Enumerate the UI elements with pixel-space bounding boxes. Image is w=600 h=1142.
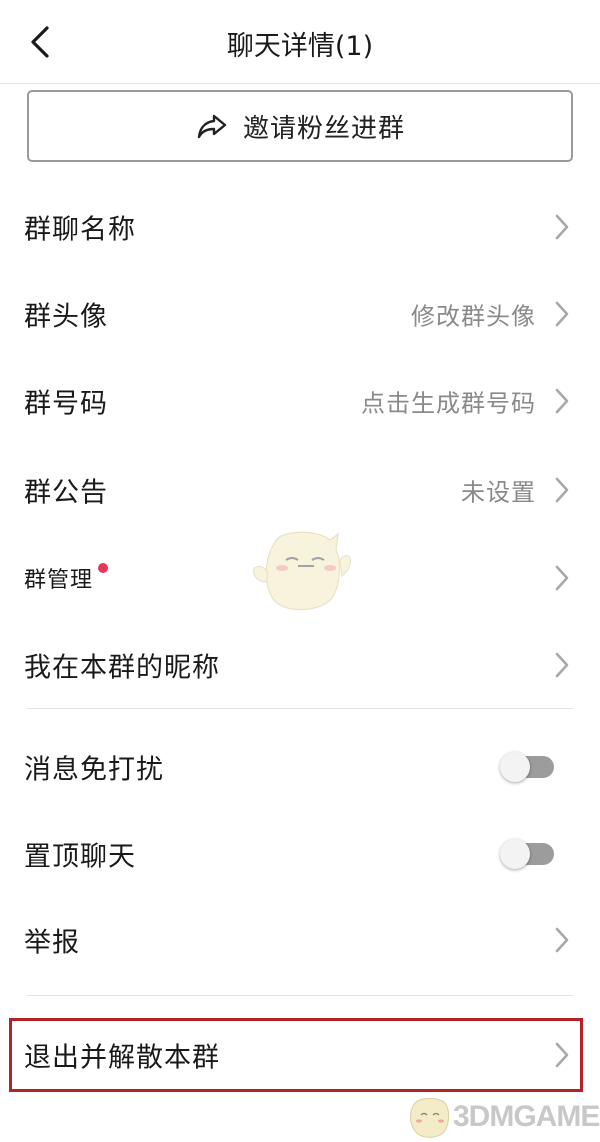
notification-dot (98, 563, 108, 573)
group-notice-label: 群公告 (24, 477, 108, 509)
site-watermark-text: 3DMGAME (453, 1100, 600, 1133)
share-icon (197, 114, 227, 139)
invite-fans-button[interactable]: 邀请粉丝进群 (27, 90, 573, 162)
group-avatar-row[interactable]: 群头像 修改群头像 (0, 271, 600, 357)
my-nickname-label: 我在本群的昵称 (24, 652, 220, 684)
quit-dissolve-row[interactable]: 退出并解散本群 (0, 1012, 600, 1098)
section-divider (27, 708, 573, 709)
pin-label: 置顶聊天 (24, 841, 136, 873)
group-number-label: 群号码 (24, 388, 108, 420)
chevron-right-icon (555, 388, 569, 414)
group-avatar-label: 群头像 (24, 301, 108, 333)
report-row[interactable]: 举报 (0, 897, 600, 983)
chevron-right-icon (555, 927, 569, 953)
group-notice-row[interactable]: 群公告 未设置 (0, 447, 600, 533)
my-nickname-row[interactable]: 我在本群的昵称 (0, 622, 600, 708)
group-number-value: 点击生成群号码 (361, 389, 536, 418)
pin-row: 置顶聊天 (0, 811, 600, 897)
page-title: 聊天详情(1) (226, 31, 374, 62)
group-avatar-value: 修改群头像 (411, 302, 536, 331)
nav-bar: 聊天详情(1) (0, 0, 600, 84)
mute-row: 消息免打扰 (0, 724, 600, 810)
group-notice-value: 未设置 (461, 478, 536, 507)
group-name-label: 群聊名称 (24, 214, 136, 246)
invite-fans-label: 邀请粉丝进群 (242, 113, 405, 144)
chevron-right-icon (555, 301, 569, 327)
report-label: 举报 (24, 927, 80, 959)
toggle-knob (500, 839, 530, 869)
mute-toggle[interactable] (500, 752, 555, 782)
section-divider (27, 995, 573, 996)
chevron-right-icon (555, 565, 569, 591)
mascot-watermark-icon (253, 531, 351, 611)
group-number-row[interactable]: 群号码 点击生成群号码 (0, 358, 600, 444)
chevron-right-icon (555, 214, 569, 240)
chevron-right-icon (555, 1042, 569, 1068)
pin-toggle[interactable] (500, 839, 555, 869)
chevron-right-icon (555, 477, 569, 503)
mute-label: 消息免打扰 (24, 754, 164, 786)
group-name-row[interactable]: 群聊名称 (0, 184, 600, 270)
group-manage-label: 群管理 (24, 568, 94, 593)
quit-dissolve-label: 退出并解散本群 (24, 1042, 220, 1074)
toggle-knob (500, 752, 530, 782)
chevron-right-icon (555, 652, 569, 678)
